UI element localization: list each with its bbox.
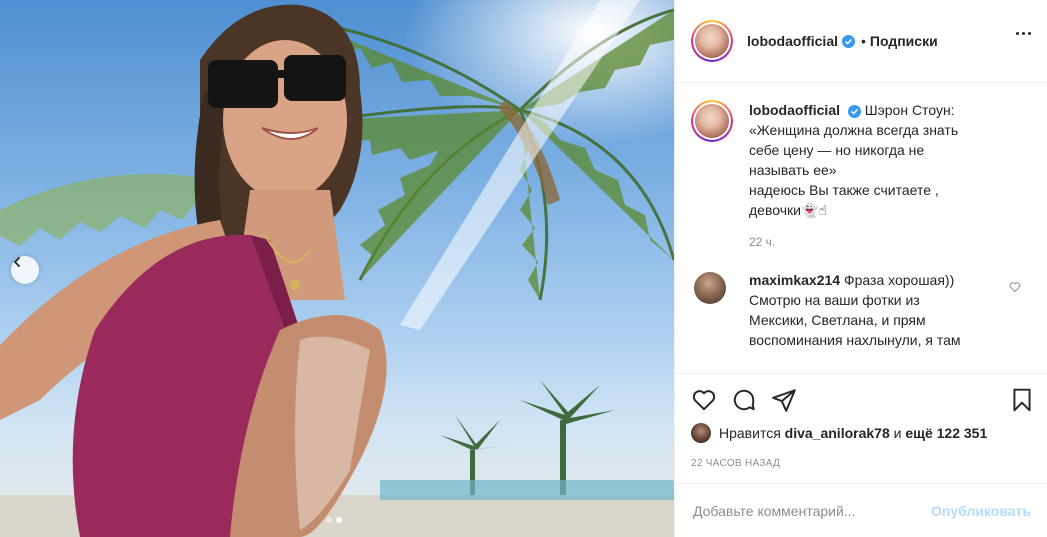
avatar-image <box>695 104 729 138</box>
caption: lobodaofficial Шэрон Стоун: «Женщина дол… <box>691 100 1031 252</box>
avatar-image <box>695 24 729 58</box>
share-icon[interactable] <box>771 387 797 413</box>
caption-line: Шэрон Стоун: <box>864 102 955 118</box>
publish-comment-button[interactable]: Опубликовать <box>931 503 1031 519</box>
caption-line: себе цену — но никогда не <box>749 142 925 158</box>
liker-username[interactable]: diva_anilorak78 <box>785 425 890 441</box>
likes-summary: Нравится diva_anilorak78 и ещё 122 351 <box>675 420 1047 446</box>
comment-line: Смотрю на ваши фотки из <box>749 292 920 308</box>
caption-author-avatar[interactable] <box>691 100 733 142</box>
likes-conj: и <box>893 425 902 441</box>
caption-text: lobodaofficial Шэрон Стоун: «Женщина дол… <box>749 100 999 252</box>
comment-line: Мексики, Светлана, и прям <box>749 312 926 328</box>
chevron-left-icon <box>13 257 20 267</box>
post-photo[interactable] <box>0 0 674 537</box>
carousel-dot-active <box>336 517 342 523</box>
comment-input[interactable] <box>693 502 932 519</box>
caption-line: девочки👻☝ <box>749 202 827 218</box>
follow-separator: • <box>861 33 866 49</box>
comment-item: maximkax214 Фраза хорошая)) Смотрю на ва… <box>691 270 1031 350</box>
carousel-prev-button[interactable] <box>11 256 39 284</box>
post-header: lobodaofficial • Подписки <box>675 0 1047 83</box>
commenter-avatar[interactable] <box>694 272 726 304</box>
comment-line: Фраза хорошая)) <box>843 272 955 288</box>
caption-line: «Женщина должна всегда знать <box>749 122 959 138</box>
carousel-dot <box>326 517 332 523</box>
comment-username[interactable]: maximkax214 <box>749 272 840 288</box>
comment-like-icon[interactable] <box>1009 280 1021 298</box>
comment-icon[interactable] <box>731 387 757 413</box>
likes-count[interactable]: ещё 122 351 <box>905 425 987 441</box>
action-icons-row <box>675 374 1047 420</box>
post-timestamp[interactable]: 22 ЧАСОВ НАЗАД <box>675 458 1047 469</box>
carousel-indicator <box>326 517 342 523</box>
post-actions: Нравится diva_anilorak78 и ещё 122 351 2… <box>675 373 1047 537</box>
caption-time[interactable]: 22 ч. <box>749 232 999 252</box>
following-button[interactable]: Подписки <box>870 33 938 49</box>
comment-text: maximkax214 Фраза хорошая)) Смотрю на ва… <box>749 270 985 350</box>
bookmark-icon[interactable] <box>1009 387 1035 413</box>
photo-illustration <box>0 0 674 537</box>
verified-badge-icon <box>847 105 861 118</box>
likes-prefix: Нравится <box>719 425 781 441</box>
author-username[interactable]: lobodaofficial <box>747 33 838 49</box>
like-icon[interactable] <box>691 387 717 413</box>
comments-list[interactable]: lobodaofficial Шэрон Стоун: «Женщина дол… <box>675 84 1047 373</box>
add-comment-bar: Опубликовать <box>675 483 1047 537</box>
verified-badge-icon <box>842 34 855 48</box>
caption-line: надеюсь Вы также считаете , <box>749 182 939 198</box>
comment-line: воспоминания нахлынули, я там <box>749 332 961 348</box>
caption-line: называть ее» <box>749 162 837 178</box>
caption-username[interactable]: lobodaofficial <box>749 102 840 118</box>
post-side-panel: lobodaofficial • Подписки lobodaofficial… <box>674 0 1047 537</box>
more-options-icon[interactable] <box>1016 32 1031 35</box>
liker-avatar[interactable] <box>691 423 711 443</box>
author-avatar[interactable] <box>691 20 733 62</box>
